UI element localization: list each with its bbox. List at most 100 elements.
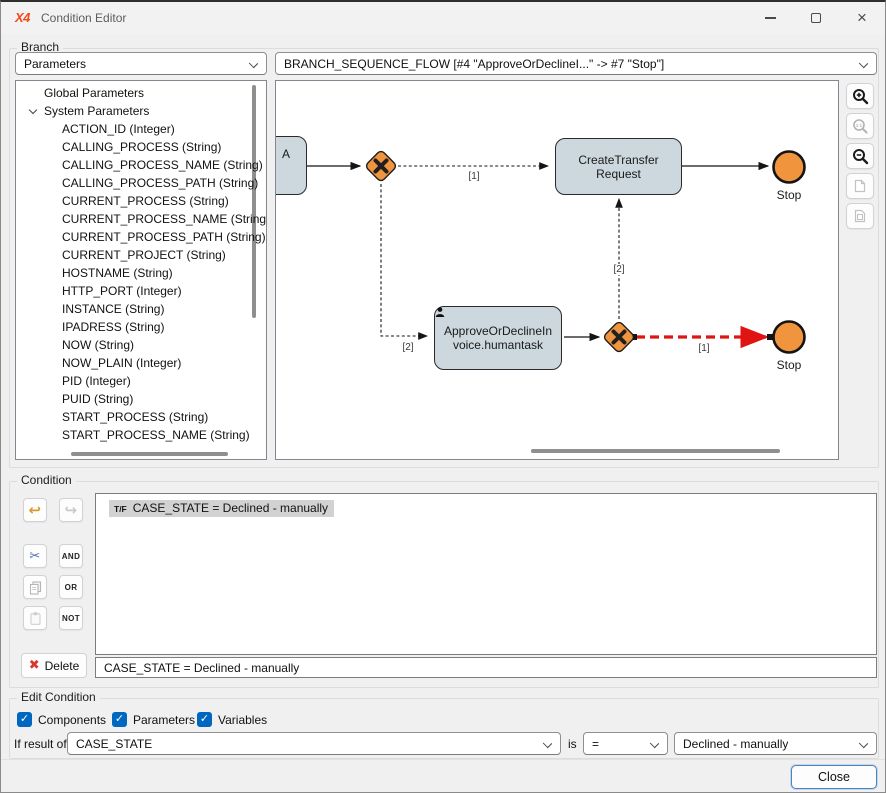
tree-item[interactable]: CURRENT_PROCESS_PATH (String) bbox=[16, 228, 266, 246]
stop-event-top[interactable] bbox=[774, 152, 805, 183]
tree-item[interactable]: CURRENT_PROCESS_NAME (String) bbox=[16, 210, 266, 228]
is-label: is bbox=[568, 737, 577, 751]
tree-item-label: PID (Integer) bbox=[62, 374, 131, 388]
or-button[interactable]: OR bbox=[59, 575, 83, 599]
redo-button[interactable]: ↪ bbox=[59, 498, 83, 522]
maximize-button[interactable] bbox=[793, 2, 839, 34]
process-diagram-panel[interactable]: A CreateTransfer Request ApproveOrDeclin… bbox=[275, 80, 839, 460]
and-button[interactable]: AND bbox=[59, 544, 83, 568]
tree-item[interactable]: IPADRESS (String) bbox=[16, 318, 266, 336]
fit-selection-button[interactable] bbox=[846, 203, 874, 229]
operator-select[interactable]: = bbox=[583, 732, 668, 755]
tree-item-label: CURRENT_PROCESS_PATH (String) bbox=[62, 230, 266, 244]
tree-item-label: IPADRESS (String) bbox=[62, 320, 164, 334]
tree-item[interactable]: CURRENT_PROJECT (String) bbox=[16, 246, 266, 264]
task-node-create-transfer[interactable]: CreateTransfer Request bbox=[555, 138, 682, 195]
tree-item[interactable]: PID (Integer) bbox=[16, 372, 266, 390]
branch-flow-value: BRANCH_SEQUENCE_FLOW [#4 "ApproveOrDecli… bbox=[284, 57, 664, 71]
chevron-down-icon bbox=[859, 59, 868, 68]
maximize-icon bbox=[811, 13, 821, 23]
checkbox-checked-icon: ✓ bbox=[197, 712, 212, 727]
chevron-down-icon bbox=[543, 739, 552, 748]
zoom-in-icon bbox=[852, 88, 869, 105]
and-label: AND bbox=[62, 552, 81, 561]
flow-gateway1-to-humantask[interactable] bbox=[381, 184, 427, 336]
result-of-select[interactable]: CASE_STATE bbox=[67, 732, 561, 755]
condition-item-text: CASE_STATE = Declined - manually bbox=[133, 501, 328, 515]
result-of-value: CASE_STATE bbox=[76, 737, 152, 751]
close-button[interactable]: Close bbox=[791, 765, 877, 789]
tree-item[interactable]: NOW (String) bbox=[16, 336, 266, 354]
chevron-down-icon[interactable] bbox=[29, 106, 37, 114]
scissors-icon: ✂ bbox=[29, 550, 40, 563]
tree-horizontal-scrollbar[interactable] bbox=[71, 452, 228, 456]
diagram-canvas bbox=[276, 81, 838, 459]
tree-item-label: CALLING_PROCESS (String) bbox=[62, 140, 221, 154]
task-node-partial[interactable]: A bbox=[275, 136, 307, 195]
title-bar: X4 Condition Editor × bbox=[1, 2, 885, 34]
tree-item[interactable]: NOW_PLAIN (Integer) bbox=[16, 354, 266, 372]
checkbox-variables[interactable]: ✓ Variables bbox=[197, 712, 267, 727]
delete-button[interactable]: ✖ Delete bbox=[21, 653, 87, 678]
tree-item[interactable]: START_PROCESS_NAME (String) bbox=[16, 426, 266, 444]
checkbox-checked-icon: ✓ bbox=[17, 712, 32, 727]
cut-button[interactable]: ✂ bbox=[23, 544, 47, 568]
condition-editor-dialog: X4 Condition Editor × Branch Parameters … bbox=[0, 0, 886, 793]
checkbox-components[interactable]: ✓ Components bbox=[17, 712, 106, 727]
condition-expression-field[interactable]: CASE_STATE = Declined - manually bbox=[95, 657, 877, 678]
svg-text:1:1: 1:1 bbox=[855, 123, 862, 128]
tree-item[interactable]: CALLING_PROCESS (String) bbox=[16, 138, 266, 156]
minimize-icon bbox=[765, 17, 776, 18]
page-region-icon bbox=[852, 208, 868, 224]
condition-list-item-selected[interactable]: T/FCASE_STATE = Declined - manually bbox=[109, 500, 334, 517]
close-window-button[interactable]: × bbox=[839, 2, 885, 34]
task-label-text: ApproveOrDeclineInvoice.humantask bbox=[444, 324, 552, 352]
branch-scope-select[interactable]: Parameters bbox=[15, 52, 267, 75]
tree-item[interactable]: CALLING_PROCESS_PATH (String) bbox=[16, 174, 266, 192]
gateway-exclusive-1[interactable] bbox=[365, 150, 398, 183]
tree-item[interactable]: System Parameters bbox=[16, 102, 266, 120]
branch-flow-select[interactable]: BRANCH_SEQUENCE_FLOW [#4 "ApproveOrDecli… bbox=[275, 52, 877, 75]
zoom-reset-button[interactable]: 1:1 bbox=[846, 113, 874, 139]
user-icon bbox=[435, 307, 445, 317]
gateway-exclusive-2[interactable] bbox=[603, 321, 636, 354]
tree-item-label: CURRENT_PROCESS (String) bbox=[62, 194, 229, 208]
tree-item[interactable]: HOSTNAME (String) bbox=[16, 264, 266, 282]
zoom-in-button[interactable] bbox=[846, 83, 874, 109]
condition-expression-text: CASE_STATE = Declined - manually bbox=[104, 661, 299, 675]
copy-button[interactable] bbox=[23, 575, 47, 599]
tree-item[interactable]: CURRENT_PROCESS (String) bbox=[16, 192, 266, 210]
tree-item-label: START_PROCESS (String) bbox=[62, 410, 208, 424]
tree-item[interactable]: HTTP_PORT (Integer) bbox=[16, 282, 266, 300]
tree-item-label: PUID (String) bbox=[62, 392, 133, 406]
tree-item[interactable]: ACTION_ID (Integer) bbox=[16, 120, 266, 138]
tree-item[interactable]: PUID (String) bbox=[16, 390, 266, 408]
task-label: A bbox=[282, 147, 290, 161]
checkbox-parameters[interactable]: ✓ Parameters bbox=[112, 712, 195, 727]
tree-item[interactable]: INSTANCE (String) bbox=[16, 300, 266, 318]
parameters-tree[interactable]: Global ParametersSystem ParametersACTION… bbox=[15, 80, 267, 460]
selection-handle[interactable] bbox=[767, 334, 773, 340]
condition-list[interactable]: T/FCASE_STATE = Declined - manually bbox=[95, 493, 877, 655]
x4-logo: X4 bbox=[15, 10, 30, 25]
undo-button[interactable]: ↩ bbox=[23, 498, 47, 522]
stop-event-bottom[interactable] bbox=[774, 322, 805, 353]
tree-item[interactable]: Global Parameters bbox=[16, 84, 266, 102]
minimize-button[interactable] bbox=[747, 2, 793, 34]
tree-item[interactable]: CALLING_PROCESS_NAME (String) bbox=[16, 156, 266, 174]
zoom-out-button[interactable] bbox=[846, 143, 874, 169]
copy-icon bbox=[28, 580, 43, 595]
tree-item-label: NOW (String) bbox=[62, 338, 134, 352]
tree-item-label: HOSTNAME (String) bbox=[62, 266, 173, 280]
tree-item[interactable]: START_PROCESS (String) bbox=[16, 408, 266, 426]
fit-page-button[interactable] bbox=[846, 173, 874, 199]
checkbox-label: Parameters bbox=[133, 713, 195, 727]
paste-button[interactable] bbox=[23, 606, 47, 630]
not-button[interactable]: NOT bbox=[59, 606, 83, 630]
task-node-human-task[interactable]: ApproveOrDeclineInvoice.humantask bbox=[434, 306, 562, 370]
close-button-label: Close bbox=[818, 770, 850, 784]
undo-icon: ↩ bbox=[29, 503, 42, 518]
delete-label: Delete bbox=[45, 659, 80, 673]
compare-value-select[interactable]: Declined - manually bbox=[674, 732, 877, 755]
edge-label: [1] bbox=[694, 343, 714, 354]
